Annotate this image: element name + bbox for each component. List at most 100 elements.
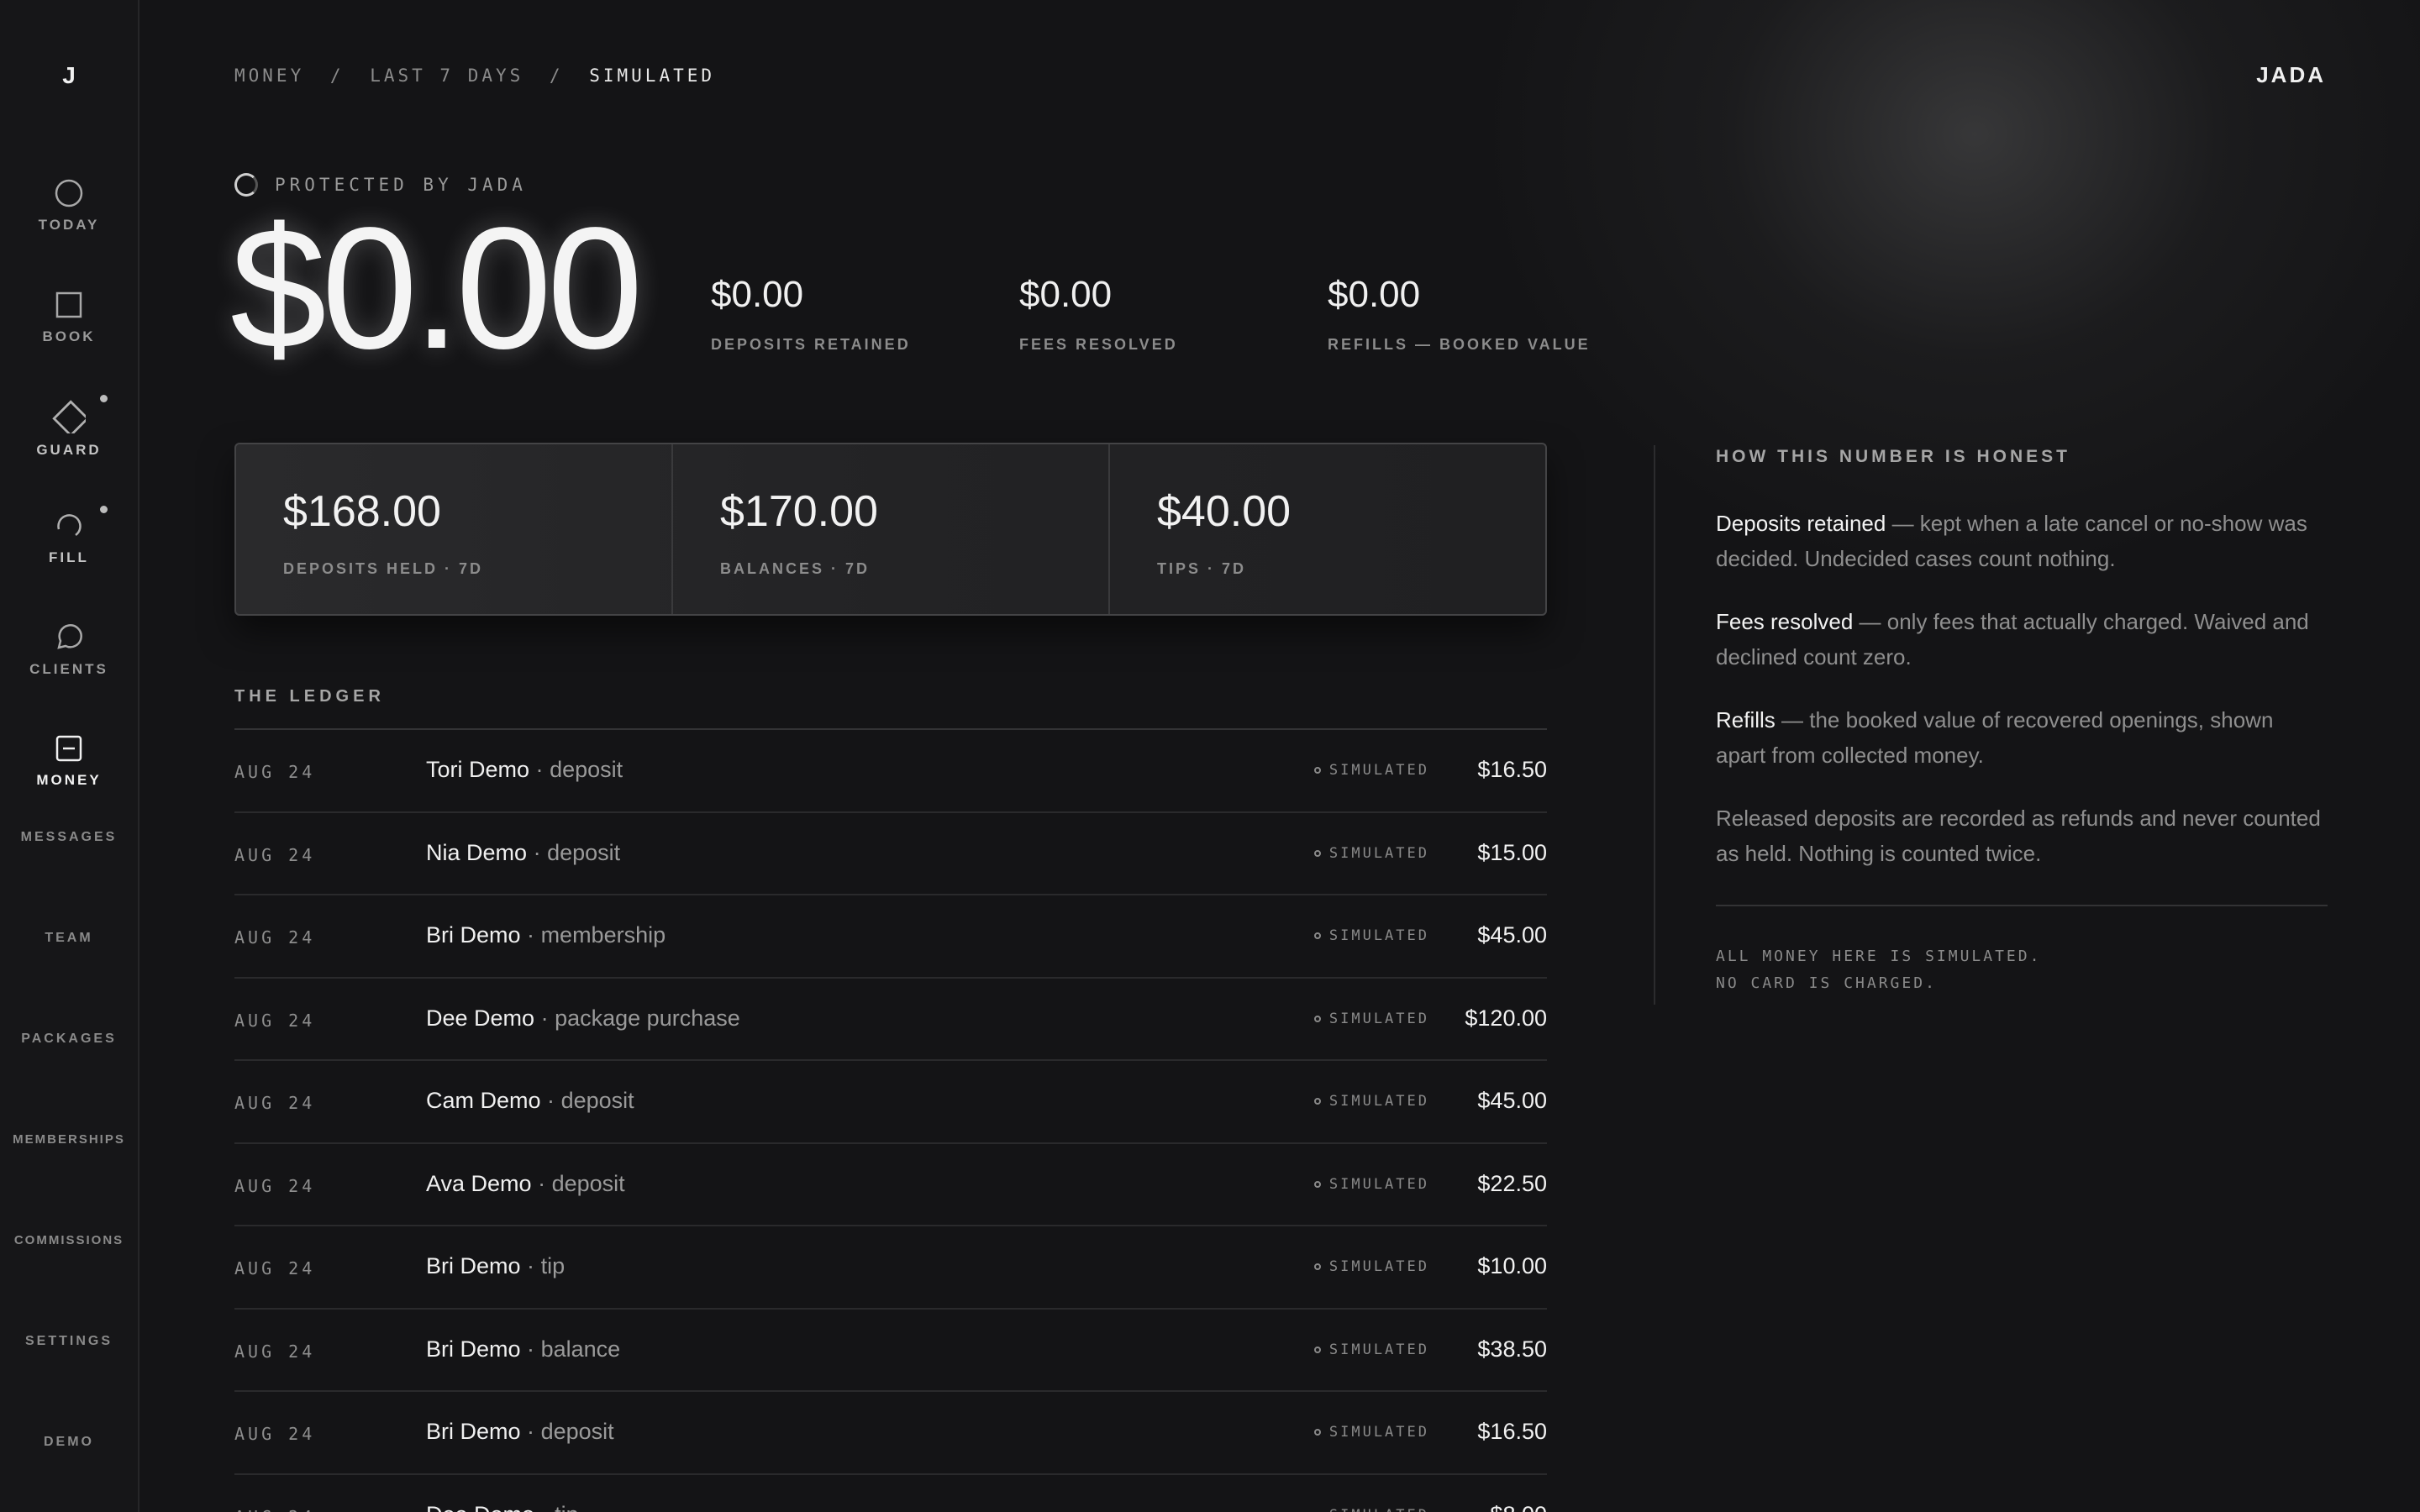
- transaction-type: tip: [540, 1253, 566, 1278]
- status-label: SIMULATED: [1328, 1093, 1429, 1110]
- status-label: SIMULATED: [1328, 762, 1429, 779]
- row-amount: $22.50: [1477, 1170, 1547, 1196]
- status-dot-icon: [1313, 1015, 1321, 1022]
- nav-settings[interactable]: SETTINGS: [0, 1334, 138, 1349]
- row-description: Bri Demo · deposit: [426, 1419, 614, 1445]
- honest-term: Refills: [1716, 707, 1776, 732]
- honest-term: Deposits retained: [1716, 511, 1886, 536]
- table-row[interactable]: AUG 24 Tori Demo · deposit SIMULATED $16.50: [234, 730, 1547, 813]
- status-label: SIMULATED: [1328, 1010, 1429, 1027]
- row-date: AUG 24: [234, 762, 316, 782]
- nav-team[interactable]: TEAM: [0, 931, 138, 946]
- nav-label: GUARD: [36, 442, 102, 458]
- separator-dot: ·: [527, 1253, 535, 1278]
- nav-fill[interactable]: FILL: [0, 506, 138, 566]
- logo[interactable]: J: [0, 62, 138, 89]
- row-description: Bri Demo · tip: [426, 1253, 565, 1279]
- table-row[interactable]: AUG 24 Ava Demo · deposit SIMULATED $22.50: [234, 1144, 1547, 1226]
- separator: ·: [521, 1336, 541, 1362]
- status-dot-icon: [1313, 849, 1321, 857]
- transaction-type: deposit: [540, 1419, 614, 1444]
- separator-dot: ·: [538, 1170, 546, 1196]
- diamond-icon: [52, 400, 86, 433]
- table-row[interactable]: AUG 24 Bri Demo · balance SIMULATED $38.50: [234, 1310, 1547, 1392]
- client-name: Bri Demo: [426, 1253, 521, 1278]
- status-badge: SIMULATED: [1313, 1507, 1429, 1512]
- client-name: Tori Demo: [426, 757, 530, 782]
- breadcrumb-period[interactable]: LAST 7 DAYS: [370, 66, 523, 86]
- nav-label: MONEY: [36, 772, 102, 788]
- client-name: Cam Demo: [426, 1088, 541, 1113]
- status-badge: SIMULATED: [1313, 1424, 1429, 1441]
- nav-packages[interactable]: PACKAGES: [0, 1032, 138, 1047]
- stat-label: DEPOSITS RETAINED: [711, 336, 911, 353]
- card-value: $168.00: [283, 487, 441, 536]
- separator: ·: [521, 1253, 541, 1278]
- transaction-type: deposit: [550, 757, 623, 782]
- table-row[interactable]: AUG 24 Dee Demo · package purchase SIMULAT…: [234, 979, 1547, 1061]
- status-label: SIMULATED: [1328, 927, 1429, 944]
- protected-amount: $0.00: [230, 192, 644, 385]
- nav-memberships[interactable]: MEMBERSHIPS: [0, 1132, 138, 1147]
- status-dot-icon: [1313, 1098, 1321, 1105]
- status-badge: SIMULATED: [1313, 1010, 1429, 1027]
- table-row[interactable]: AUG 24 Bri Demo · tip SIMULATED $10.00: [234, 1226, 1547, 1310]
- status-label: SIMULATED: [1329, 1507, 1429, 1512]
- status-dot-icon: [1313, 1263, 1321, 1270]
- nav-book[interactable]: BOOK: [0, 290, 138, 345]
- table-row[interactable]: AUG 24 Nia Demo · deposit SIMULATED $15.00: [234, 813, 1547, 895]
- transaction-type: deposit: [560, 1088, 634, 1113]
- client-name: Ava Demo: [426, 1170, 532, 1196]
- client-name: Nia Demo: [426, 839, 528, 865]
- status-badge: SIMULATED: [1313, 762, 1429, 779]
- nav-commissions[interactable]: COMMISSIONS: [0, 1233, 138, 1247]
- honest-item: Fees resolved — only fees that actually …: [1716, 604, 2328, 675]
- status-label: SIMULATED: [1328, 844, 1429, 862]
- separator-dot: ·: [547, 1088, 555, 1113]
- row-date: AUG 24: [234, 1341, 316, 1362]
- card-deposits-held[interactable]: $168.00 DEPOSITS HELD · 7D: [236, 444, 673, 614]
- honest-panel: HOW THIS NUMBER IS HONEST Deposits retai…: [1716, 447, 2328, 997]
- table-row[interactable]: AUG 24 Cam Demo · deposit SIMULATED $45.00: [234, 1061, 1547, 1144]
- row-date: AUG 24: [234, 1507, 315, 1512]
- brand-name: JADA: [2256, 62, 2326, 87]
- row-description: Tori Demo · deposit: [426, 757, 623, 783]
- table-row[interactable]: AUG 24 Dee Demo · tip SIMULATED $8.00: [234, 1475, 1547, 1512]
- chat-bubble-icon: [57, 624, 82, 649]
- nav-clients[interactable]: CLIENTS: [0, 622, 138, 678]
- card-tips[interactable]: $40.00 TIPS · 7D: [1110, 444, 1545, 614]
- row-date: AUG 24: [234, 927, 316, 948]
- status-label: SIMULATED: [1328, 1424, 1429, 1441]
- nav-label: FILL: [49, 549, 89, 565]
- table-row[interactable]: AUG 24 Bri Demo · membership SIMULATED $45.…: [234, 895, 1547, 979]
- stat-value: $0.00: [1328, 274, 1421, 315]
- table-row[interactable]: AUG 24 Bri Demo · deposit SIMULATED $16.50: [234, 1392, 1547, 1475]
- honest-item: Refills — the booked value of recovered …: [1716, 702, 2328, 773]
- card-label: BALANCES · 7D: [720, 560, 871, 577]
- separator: ·: [534, 1005, 555, 1031]
- separator: ·: [527, 840, 547, 865]
- nav-messages[interactable]: MESSAGES: [0, 830, 138, 845]
- card-value: $170.00: [720, 487, 878, 536]
- footnote-line: ALL MONEY HERE IS SIMULATED.: [1716, 948, 2042, 965]
- breadcrumb-money[interactable]: MONEY: [234, 66, 304, 86]
- separator: ·: [521, 922, 541, 948]
- row-amount: $16.50: [1477, 1419, 1547, 1444]
- nav-today[interactable]: TODAY: [0, 178, 138, 234]
- square-icon: [55, 291, 82, 318]
- row-amount: $16.50: [1477, 757, 1547, 782]
- row-amount: $120.00: [1465, 1005, 1547, 1031]
- separator: ·: [534, 1502, 555, 1512]
- stat-value: $0.00: [1019, 274, 1113, 315]
- stat-label: REFILLS — BOOKED VALUE: [1328, 336, 1591, 353]
- card-balances[interactable]: $170.00 BALANCES · 7D: [673, 444, 1110, 614]
- honest-title: HOW THIS NUMBER IS HONEST: [1716, 447, 2071, 466]
- nav-guard[interactable]: GUARD: [0, 395, 138, 459]
- nav-money[interactable]: MONEY: [0, 733, 138, 789]
- row-date: AUG 24: [234, 1175, 316, 1196]
- transaction-type: deposit: [551, 1170, 625, 1196]
- card-value: $40.00: [1157, 487, 1292, 536]
- nav-demo[interactable]: DEMO: [0, 1435, 138, 1450]
- status-badge: SIMULATED: [1313, 1341, 1429, 1358]
- notification-dot: [100, 395, 108, 402]
